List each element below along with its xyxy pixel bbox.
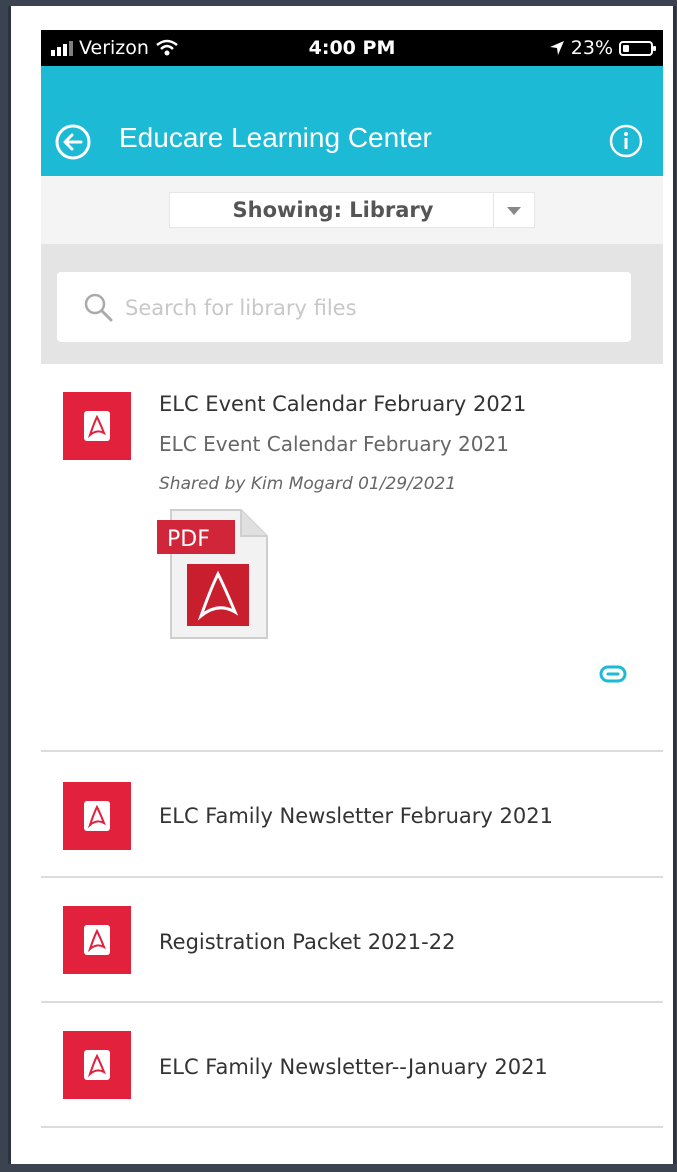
app-screen: Verizon 4:00 PM 23% Educare Learning Cen… bbox=[41, 30, 663, 1164]
file-description: ELC Event Calendar February 2021 bbox=[159, 432, 509, 456]
file-title: ELC Family Newsletter February 2021 bbox=[159, 804, 553, 828]
page-title: Educare Learning Center bbox=[119, 122, 432, 153]
search-icon bbox=[84, 293, 113, 322]
app-header: Educare Learning Center bbox=[41, 66, 663, 176]
back-arrow-circle-icon[interactable] bbox=[55, 124, 91, 160]
location-arrow-icon bbox=[549, 41, 564, 55]
file-title: ELC Event Calendar February 2021 bbox=[159, 392, 527, 416]
status-bar: Verizon 4:00 PM 23% bbox=[41, 30, 663, 66]
pdf-file-icon bbox=[63, 782, 131, 850]
search-box[interactable] bbox=[57, 272, 631, 342]
file-title: ELC Family Newsletter--January 2021 bbox=[159, 1055, 548, 1079]
filter-bar: Showing: Library bbox=[41, 176, 663, 244]
file-item-event-calendar[interactable]: ELC Event Calendar February 2021 ELC Eve… bbox=[41, 364, 663, 752]
battery-percent: 23% bbox=[570, 37, 613, 59]
file-title: Registration Packet 2021-22 bbox=[159, 930, 456, 954]
chevron-down-icon[interactable] bbox=[493, 193, 534, 227]
device-frame: Verizon 4:00 PM 23% Educare Learning Cen… bbox=[8, 6, 676, 1164]
showing-dropdown-label: Showing: Library bbox=[232, 198, 434, 222]
search-input[interactable] bbox=[123, 286, 617, 330]
status-right: 23% bbox=[549, 30, 656, 66]
file-item-registration-packet[interactable]: Registration Packet 2021-22 bbox=[41, 878, 663, 1003]
search-bar bbox=[41, 244, 663, 364]
file-shared-by: Shared by Kim Mogard 01/29/2021 bbox=[159, 474, 457, 494]
battery-icon bbox=[619, 40, 656, 56]
file-item-newsletter-feb[interactable]: ELC Family Newsletter February 2021 bbox=[41, 752, 663, 878]
showing-dropdown[interactable]: Showing: Library bbox=[169, 192, 535, 228]
file-item-newsletter-jan[interactable]: ELC Family Newsletter--January 2021 bbox=[41, 1003, 663, 1128]
pdf-thumbnail-label: PDF bbox=[167, 527, 210, 552]
link-icon[interactable] bbox=[599, 664, 627, 684]
info-circle-icon[interactable] bbox=[609, 124, 643, 158]
pdf-file-icon bbox=[63, 906, 131, 974]
pdf-file-icon bbox=[63, 392, 131, 460]
pdf-thumbnail[interactable]: PDF bbox=[155, 508, 271, 640]
pdf-file-icon bbox=[63, 1031, 131, 1099]
